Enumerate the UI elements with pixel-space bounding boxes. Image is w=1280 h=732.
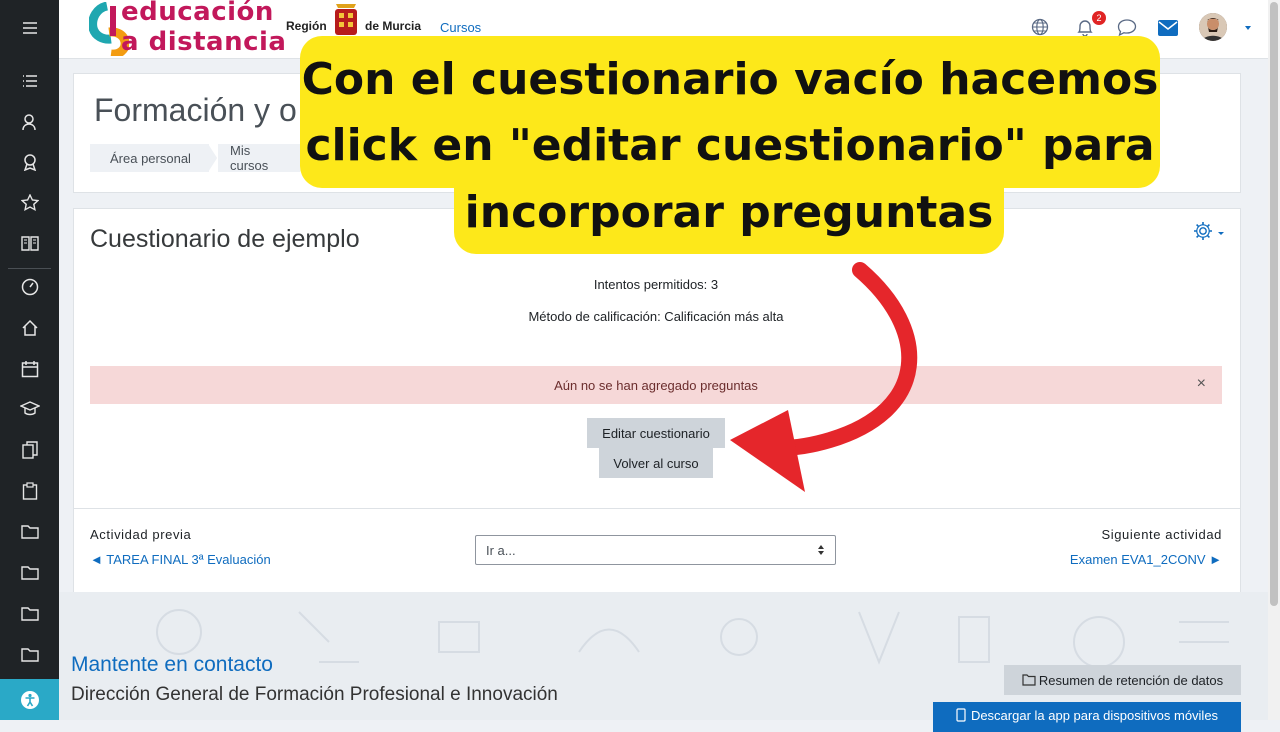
logo-line-2: a distancia [121, 27, 287, 57]
folder-icon[interactable] [0, 557, 59, 587]
region-label: Región [286, 19, 327, 33]
folder-icon[interactable] [0, 639, 59, 669]
breadcrumb-item[interactable]: Área personal [90, 144, 210, 172]
back-to-course-button[interactable]: Volver al curso [599, 448, 713, 478]
alert-close-button[interactable]: × [1197, 375, 1206, 393]
data-retention-button[interactable]: Resumen de retención de datos [1004, 665, 1241, 695]
select-arrows-icon [818, 545, 824, 555]
notification-count-badge: 2 [1092, 11, 1106, 25]
attempts-allowed-text: Intentos permitidos: 3 [593, 277, 719, 292]
graduation-cap-icon[interactable] [0, 394, 59, 424]
data-retention-label: Resumen de retención de datos [1038, 672, 1224, 688]
jump-to-selected-value: Ir a... [486, 542, 516, 558]
page-footer: Mantente en contacto Dirección General d… [59, 592, 1268, 732]
user-menu-caret-icon[interactable] [1245, 26, 1251, 30]
dashboard-icon[interactable] [0, 272, 59, 302]
course-index-icon[interactable] [0, 66, 59, 96]
next-activity-link[interactable]: Examen EVA1_2CONV ► [1070, 552, 1222, 567]
mail-envelope-icon[interactable] [1158, 20, 1178, 41]
jump-to-select[interactable]: Ir a... [475, 535, 836, 565]
settings-gear-icon[interactable] [1193, 220, 1227, 247]
no-questions-alert: Aún no se han agregado preguntas × [90, 366, 1222, 404]
breadcrumb-item[interactable]: Mis cursos [218, 143, 300, 173]
page-scrollbar[interactable] [1268, 0, 1280, 720]
logo-line-1: educación [121, 0, 274, 27]
coat-of-arms-icon [335, 4, 357, 35]
participants-icon[interactable] [0, 107, 59, 137]
accessibility-icon[interactable] [0, 679, 59, 720]
next-activity-label: Siguiente actividad [1101, 527, 1222, 542]
mobile-app-label: Descargar la app para dispositivos móvil… [970, 708, 1219, 723]
folder-icon[interactable] [0, 516, 59, 546]
user-avatar[interactable] [1199, 13, 1227, 41]
callout-line-1: Con el cuestionario vacío hacemos [301, 54, 1159, 105]
grades-book-icon[interactable] [0, 228, 59, 258]
courses-nav-link[interactable]: Cursos [440, 20, 481, 35]
quiz-title: Cuestionario de ejemplo [90, 225, 360, 253]
clipboard-icon[interactable] [0, 476, 59, 506]
site-logo[interactable]: educación a distancia [89, 0, 309, 58]
badges-icon[interactable] [0, 147, 59, 177]
scrollbar-thumb[interactable] [1270, 2, 1278, 606]
competencies-star-icon[interactable] [0, 188, 59, 218]
region-name: de Murcia [365, 19, 422, 33]
calendar-icon[interactable] [0, 354, 59, 384]
menu-toggle-icon[interactable] [0, 13, 59, 43]
footer-contact-title: Mantente en contacto [71, 653, 273, 676]
folder-icon[interactable] [0, 598, 59, 628]
download-mobile-app-button[interactable]: Descargar la app para dispositivos móvil… [933, 702, 1241, 732]
course-title: Formación y o [94, 92, 297, 128]
previous-activity-label: Actividad previa [90, 527, 192, 542]
left-drawer [0, 0, 59, 720]
home-icon[interactable] [0, 313, 59, 343]
footer-org-name: Dirección General de Formación Profesion… [71, 684, 558, 705]
callout-line-3: incorporar preguntas [464, 187, 994, 238]
files-icon[interactable] [0, 435, 59, 465]
folder-open-icon [1022, 674, 1036, 686]
callout-line-2: click en "editar cuestionario" para [305, 120, 1155, 171]
grading-method-text: Método de calificación: Calificación más… [528, 309, 784, 324]
red-pointer-arrow-icon [730, 262, 918, 492]
previous-activity-link[interactable]: ◄ TAREA FINAL 3ª Evaluación [90, 552, 271, 567]
